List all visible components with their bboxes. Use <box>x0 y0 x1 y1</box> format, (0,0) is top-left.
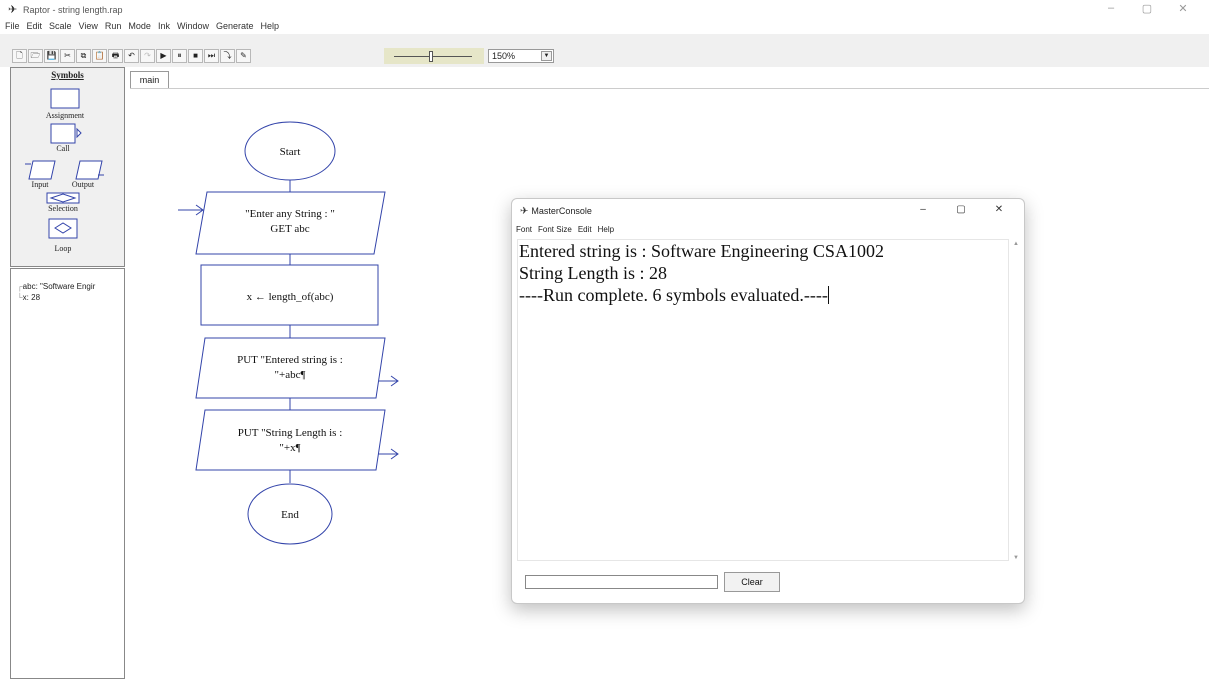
console-menu-font-size[interactable]: Font Size <box>538 225 572 234</box>
output-symbol-1[interactable] <box>195 337 386 399</box>
raptor-app: ✈ Raptor - string length.rap – ▢ ✕ File … <box>0 0 1209 679</box>
raptor-icon: ✈ <box>520 205 529 217</box>
console-close-button[interactable]: ✕ <box>980 204 1018 215</box>
console-menu-help[interactable]: Help <box>598 225 614 234</box>
scroll-up-icon[interactable]: ▲ <box>1013 241 1019 247</box>
console-line-3-wrap: ----Run complete. 6 symbols evaluated.--… <box>518 284 1008 306</box>
console-line-1: Entered string is : Software Engineering… <box>519 241 884 261</box>
master-console-window: ✈ MasterConsole – ▢ ✕ Font Font Size Edi… <box>511 198 1025 604</box>
input-get-label: GET abc <box>270 223 309 235</box>
console-maximize-button[interactable]: ▢ <box>942 204 980 215</box>
start-label: Start <box>280 146 301 158</box>
input-prompt-label: "Enter any String : " <box>245 208 335 220</box>
console-menu-edit[interactable]: Edit <box>578 225 592 234</box>
console-title: MasterConsole <box>531 206 592 216</box>
output-symbol-2[interactable] <box>195 409 386 471</box>
assignment-label: x ← length_of(abc) <box>247 291 334 303</box>
input-arrow-icon <box>178 204 204 216</box>
output1-line1: PUT "Entered string is : <box>237 354 343 366</box>
console-output[interactable]: Entered string is : Software Engineering… <box>517 239 1009 561</box>
console-line-2: String Length is : 28 <box>519 263 667 283</box>
clear-button[interactable]: Clear <box>724 572 780 592</box>
console-line-3: ----Run complete. 6 symbols evaluated.--… <box>519 285 828 305</box>
console-menu-font[interactable]: Font <box>516 225 532 234</box>
scroll-down-icon[interactable]: ▼ <box>1013 555 1019 561</box>
output-arrow-icon <box>377 375 399 387</box>
output2-line1: PUT "String Length is : <box>238 427 343 439</box>
console-menu-bar: Font Font Size Edit Help <box>516 225 620 234</box>
output-arrow-icon <box>377 448 399 460</box>
output1-line2: "+abc¶ <box>275 369 306 381</box>
output2-line2: "+x¶ <box>279 442 300 454</box>
text-caret <box>827 286 829 304</box>
console-title-bar: ✈ MasterConsole – ▢ ✕ <box>512 199 1024 223</box>
console-minimize-button[interactable]: – <box>904 204 942 215</box>
console-window-controls: – ▢ ✕ <box>904 204 1018 215</box>
console-input-field[interactable] <box>525 575 718 589</box>
end-label: End <box>281 509 299 521</box>
console-scrollbar[interactable]: ▲ ▼ <box>1012 241 1021 561</box>
